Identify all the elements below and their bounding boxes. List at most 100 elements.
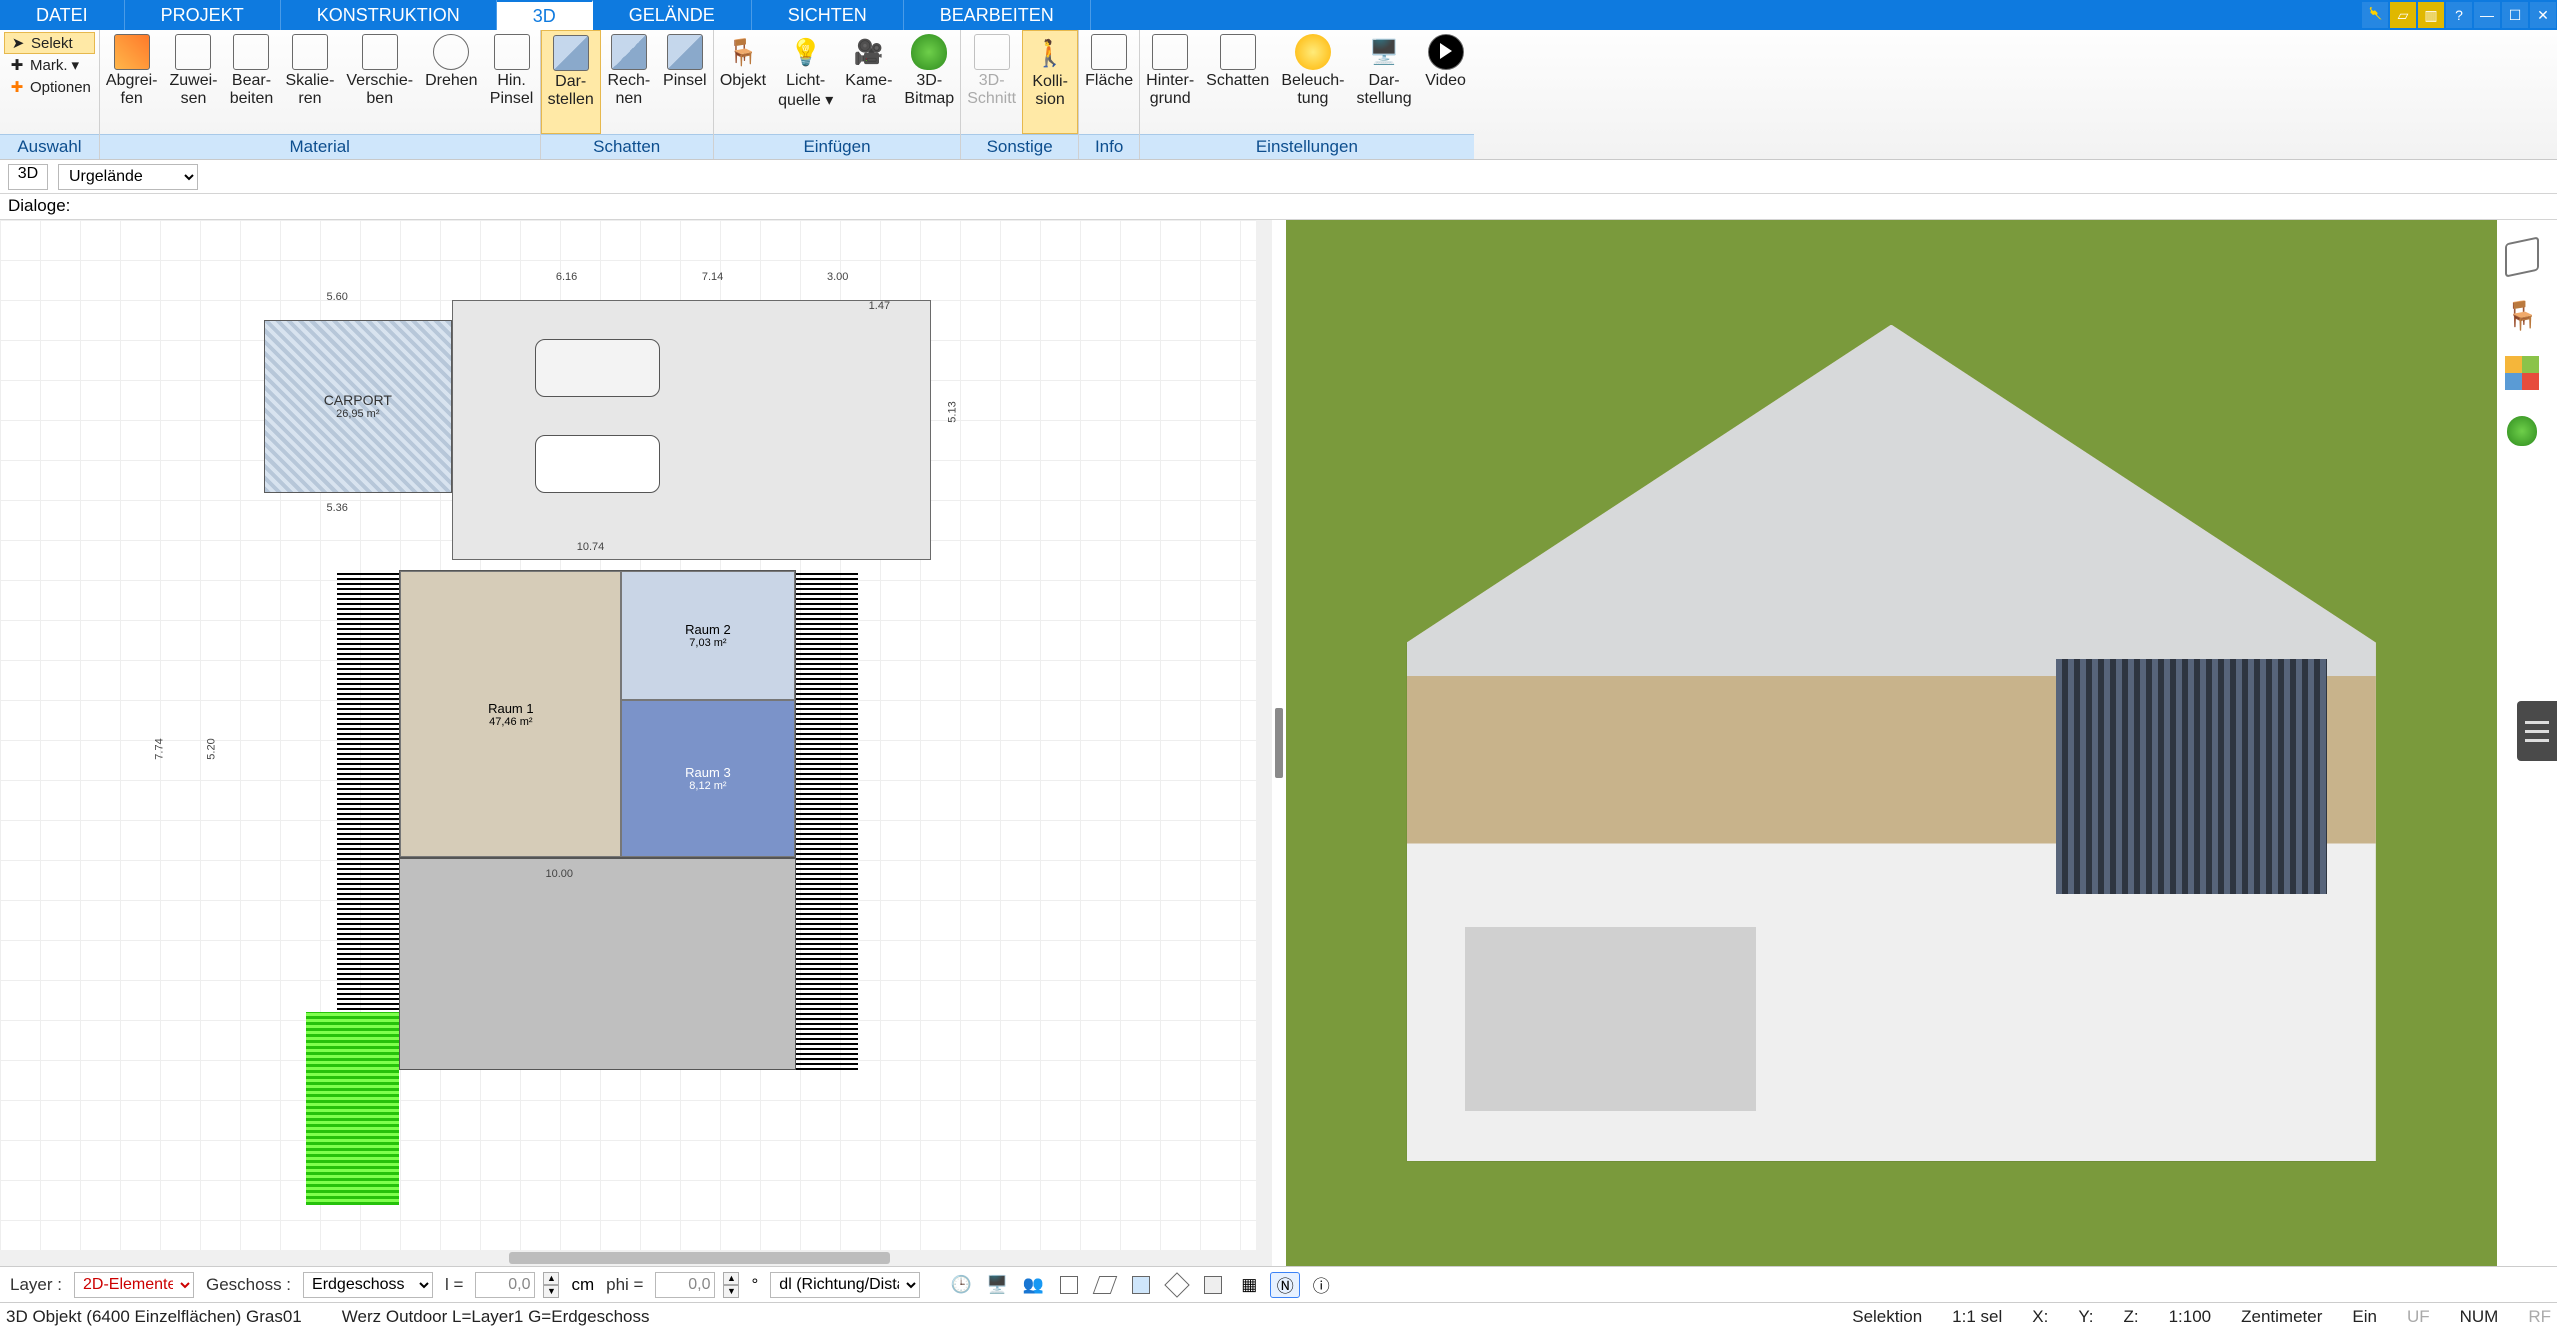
dl-select[interactable]: dl (Richtung/Distanz) bbox=[770, 1272, 920, 1298]
group-info: Info bbox=[1079, 134, 1139, 159]
kamera-button[interactable]: 🎥Kame- ra bbox=[839, 30, 898, 134]
dropdown-icon: ▾ bbox=[72, 56, 80, 74]
3d-viewport[interactable] bbox=[1286, 220, 2498, 1266]
copy-icon[interactable] bbox=[1054, 1272, 1084, 1298]
furniture-icon[interactable]: 🪑 bbox=[2505, 298, 2539, 332]
drehen-button[interactable]: Drehen bbox=[419, 30, 483, 134]
mark-label: Mark. bbox=[30, 57, 68, 74]
basement-floor bbox=[399, 858, 795, 1070]
layers-icon[interactable] bbox=[2505, 236, 2539, 277]
pane-splitter[interactable] bbox=[1272, 220, 1286, 1266]
context-bar: 3D Urgelände bbox=[0, 160, 2557, 194]
monitor-icon[interactable]: 🖥️ bbox=[982, 1272, 1012, 1298]
titlebar-window2-icon[interactable]: ▥ bbox=[2418, 2, 2444, 28]
hinpinsel-label: Hin. Pinsel bbox=[490, 72, 534, 108]
tree-icon bbox=[911, 34, 947, 70]
section-icon bbox=[974, 34, 1010, 70]
optionen-button[interactable]: ✚ Optionen bbox=[4, 76, 95, 98]
titlebar-window1-icon[interactable]: ▱ bbox=[2390, 2, 2416, 28]
darstellung-label: Dar- stellung bbox=[1356, 72, 1411, 108]
hintergrund-button[interactable]: Hinter- grund bbox=[1140, 30, 1200, 134]
carport-area-label: 26,95 m² bbox=[336, 408, 379, 420]
kollision-button[interactable]: 🚶Kolli- sion bbox=[1022, 30, 1078, 134]
input-bar: Layer : 2D-Elemente (3D) Geschoss : Erdg… bbox=[0, 1266, 2557, 1302]
pinsel-button[interactable]: Pinsel bbox=[657, 30, 713, 134]
display-icon: 🖥️ bbox=[1366, 34, 1402, 70]
rechnen-button[interactable]: Rech- nen bbox=[601, 30, 657, 134]
geschoss-select[interactable]: Erdgeschoss bbox=[303, 1272, 433, 1298]
menu-bar: DATEI PROJEKT KONSTRUKTION 3D GELÄNDE SI… bbox=[0, 0, 2557, 30]
raum3-label: Raum 3 bbox=[685, 765, 731, 780]
mark-button[interactable]: ✚ Mark. ▾ bbox=[4, 54, 95, 76]
group-material: Material bbox=[100, 134, 540, 159]
verschieben-button[interactable]: Verschie- ben bbox=[340, 30, 419, 134]
snap3-icon[interactable] bbox=[1162, 1272, 1192, 1298]
bearbeiten-button[interactable]: Bear- beiten bbox=[223, 30, 279, 134]
video-button[interactable]: Video bbox=[1418, 30, 1474, 134]
flaeche-button[interactable]: Fläche bbox=[1079, 30, 1139, 134]
phi-label: phi = bbox=[606, 1275, 643, 1295]
ribbon: ➤ Selekt ✚ Mark. ▾ ✚ Optionen Auswahl Ab… bbox=[0, 30, 2557, 160]
grid-icon[interactable]: ▦ bbox=[1234, 1272, 1264, 1298]
phi-stepper[interactable]: ▲▼ bbox=[723, 1272, 739, 1298]
status-uf: UF bbox=[2407, 1307, 2430, 1327]
titlebar-maximize-button[interactable]: ☐ bbox=[2502, 2, 2528, 28]
lichtquelle-button[interactable]: 💡Licht- quelle ▾ bbox=[772, 30, 839, 134]
side-toolstrip: 🪑 bbox=[2499, 240, 2545, 448]
snap2-icon[interactable] bbox=[1126, 1272, 1156, 1298]
floorplan-vscroll[interactable] bbox=[1256, 220, 1272, 1250]
dialoge-bar: Dialoge: bbox=[0, 194, 2557, 220]
menu-gelaende[interactable]: GELÄNDE bbox=[593, 0, 752, 30]
l-stepper[interactable]: ▲▼ bbox=[543, 1272, 559, 1298]
drehen-label: Drehen bbox=[425, 72, 477, 90]
phi-input[interactable] bbox=[655, 1272, 715, 1298]
floorplan-viewport[interactable]: CARPORT 26,95 m² Raum 1 47,46 m² Raum 2 … bbox=[0, 220, 1272, 1266]
skalieren-button[interactable]: Skalie- ren bbox=[279, 30, 340, 134]
schnitt-button[interactable]: 3D- Schnitt bbox=[961, 30, 1022, 134]
verschieben-label: Verschie- ben bbox=[346, 72, 413, 108]
status-x: X: bbox=[2032, 1307, 2048, 1327]
darstellen-button[interactable]: Dar- stellen bbox=[541, 30, 601, 134]
menu-bearbeiten[interactable]: BEARBEITEN bbox=[904, 0, 1091, 30]
layer-select[interactable]: 2D-Elemente (3D) bbox=[74, 1272, 194, 1298]
menu-3d[interactable]: 3D bbox=[497, 0, 593, 30]
flaeche-label: Fläche bbox=[1085, 72, 1133, 90]
objekt-button[interactable]: 🪑Objekt bbox=[714, 30, 772, 134]
titlebar-close-button[interactable]: ✕ bbox=[2530, 2, 2556, 28]
palette-icon[interactable] bbox=[2505, 356, 2539, 390]
video-label: Video bbox=[1425, 72, 1466, 90]
floorplan-hscroll[interactable] bbox=[0, 1250, 1272, 1266]
menu-konstruktion[interactable]: KONSTRUKTION bbox=[281, 0, 497, 30]
snap1-icon[interactable] bbox=[1090, 1272, 1120, 1298]
bitmap-button[interactable]: 3D- Bitmap bbox=[898, 30, 960, 134]
abgreifen-button[interactable]: Abgrei- fen bbox=[100, 30, 164, 134]
darstellung-button[interactable]: 🖥️Dar- stellung bbox=[1350, 30, 1417, 134]
kamera-label: Kame- ra bbox=[845, 72, 892, 108]
terrain-select[interactable]: Urgelände bbox=[58, 164, 198, 190]
info-icon[interactable]: ⓘ bbox=[1306, 1272, 1336, 1298]
clock-icon[interactable]: 🕒 bbox=[946, 1272, 976, 1298]
zuweisen-button[interactable]: Zuwei- sen bbox=[163, 30, 223, 134]
status-z: Z: bbox=[2123, 1307, 2138, 1327]
plants-icon[interactable] bbox=[2505, 414, 2539, 448]
beleuchtung-button[interactable]: Beleuch- tung bbox=[1275, 30, 1350, 134]
l-input[interactable] bbox=[475, 1272, 535, 1298]
set-schatten-button[interactable]: Schatten bbox=[1200, 30, 1275, 134]
north-icon[interactable]: Ⓝ bbox=[1270, 1272, 1300, 1298]
snap4-icon[interactable] bbox=[1198, 1272, 1228, 1298]
rechnen-label: Rech- nen bbox=[607, 72, 650, 108]
cursor-icon: ➤ bbox=[9, 34, 27, 52]
titlebar-help-icon[interactable]: ? bbox=[2446, 2, 2472, 28]
side-panel-toggle[interactable] bbox=[2517, 701, 2557, 761]
titlebar-minimize-button[interactable]: — bbox=[2474, 2, 2500, 28]
menu-sichten[interactable]: SICHTEN bbox=[752, 0, 904, 30]
group-icon[interactable]: 👥 bbox=[1018, 1272, 1048, 1298]
hinpinsel-button[interactable]: Hin. Pinsel bbox=[484, 30, 540, 134]
selekt-button[interactable]: ➤ Selekt bbox=[4, 32, 95, 54]
titlebar-tools-icon[interactable] bbox=[2362, 2, 2388, 28]
menu-projekt[interactable]: PROJEKT bbox=[125, 0, 281, 30]
main-floor: Raum 1 47,46 m² Raum 2 7,03 m² Raum 3 8,… bbox=[399, 570, 795, 859]
menu-datei[interactable]: DATEI bbox=[0, 0, 125, 30]
eyedropper-icon bbox=[114, 34, 150, 70]
raum1-area: 47,46 m² bbox=[489, 716, 532, 728]
